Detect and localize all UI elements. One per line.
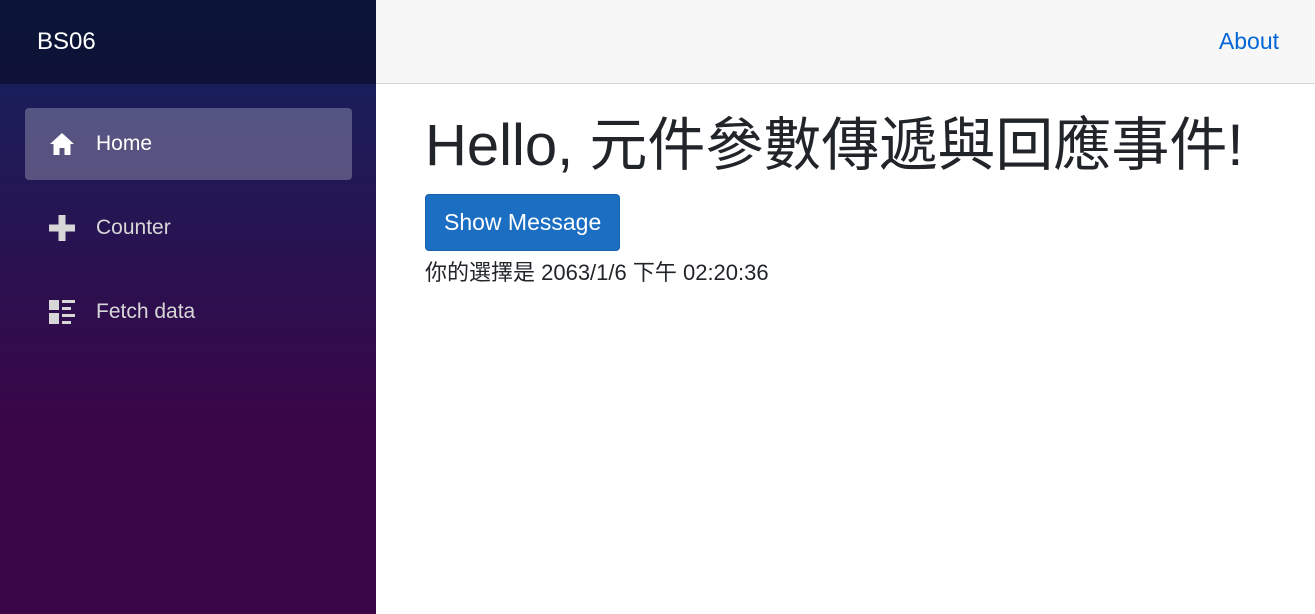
top-row: About [376, 0, 1315, 84]
plus-icon [48, 214, 76, 242]
app: BS06 Home Counter Fetch data About Hello… [0, 0, 1315, 614]
sidebar-item-label: Home [96, 132, 153, 155]
sidebar-item-fetch-data[interactable]: Fetch data [25, 276, 352, 348]
main-area: About Hello, 元件參數傳遞與回應事件! Show Message 你… [376, 0, 1315, 614]
sidebar-item-counter[interactable]: Counter [25, 192, 352, 264]
home-icon [48, 130, 76, 158]
brand-bar: BS06 [0, 0, 376, 84]
sidebar-nav: Home Counter Fetch data [0, 84, 376, 348]
show-message-button[interactable]: Show Message [425, 194, 621, 251]
sidebar: BS06 Home Counter Fetch data [0, 0, 376, 614]
sidebar-item-label: Fetch data [96, 300, 196, 323]
sidebar-item-home[interactable]: Home [25, 108, 352, 180]
page-title: Hello, 元件參數傳遞與回應事件! [425, 113, 1244, 178]
brand-link[interactable]: BS06 [37, 28, 96, 56]
result-text: 你的選擇是 2063/1/6 下午 02:20:36 [425, 260, 769, 285]
sidebar-item-label: Counter [96, 216, 171, 239]
about-link[interactable]: About [1219, 28, 1279, 55]
content: Hello, 元件參數傳遞與回應事件! Show Message 你的選擇是 2… [376, 84, 1315, 287]
list-rich-icon [48, 298, 76, 326]
